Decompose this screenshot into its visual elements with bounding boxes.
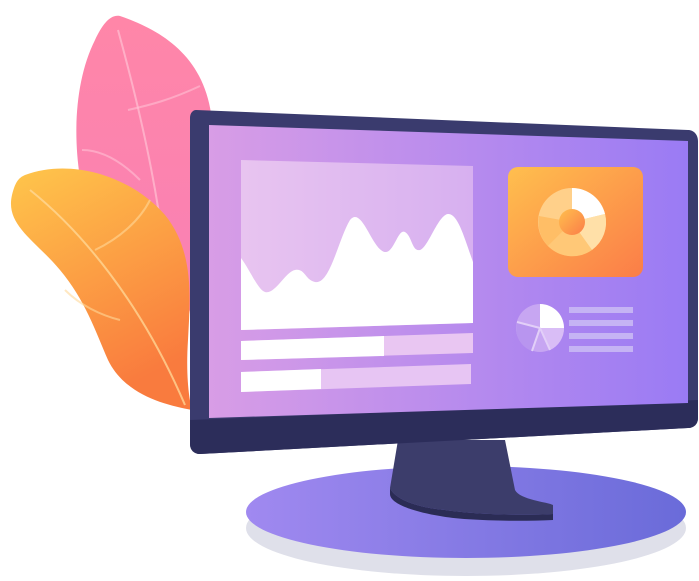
donut-chart	[538, 188, 607, 257]
orange-chart-tile	[508, 167, 643, 277]
monitor-illustration	[10, 15, 698, 576]
mini-pie-chart	[516, 304, 565, 352]
area-chart-panel	[241, 160, 473, 330]
